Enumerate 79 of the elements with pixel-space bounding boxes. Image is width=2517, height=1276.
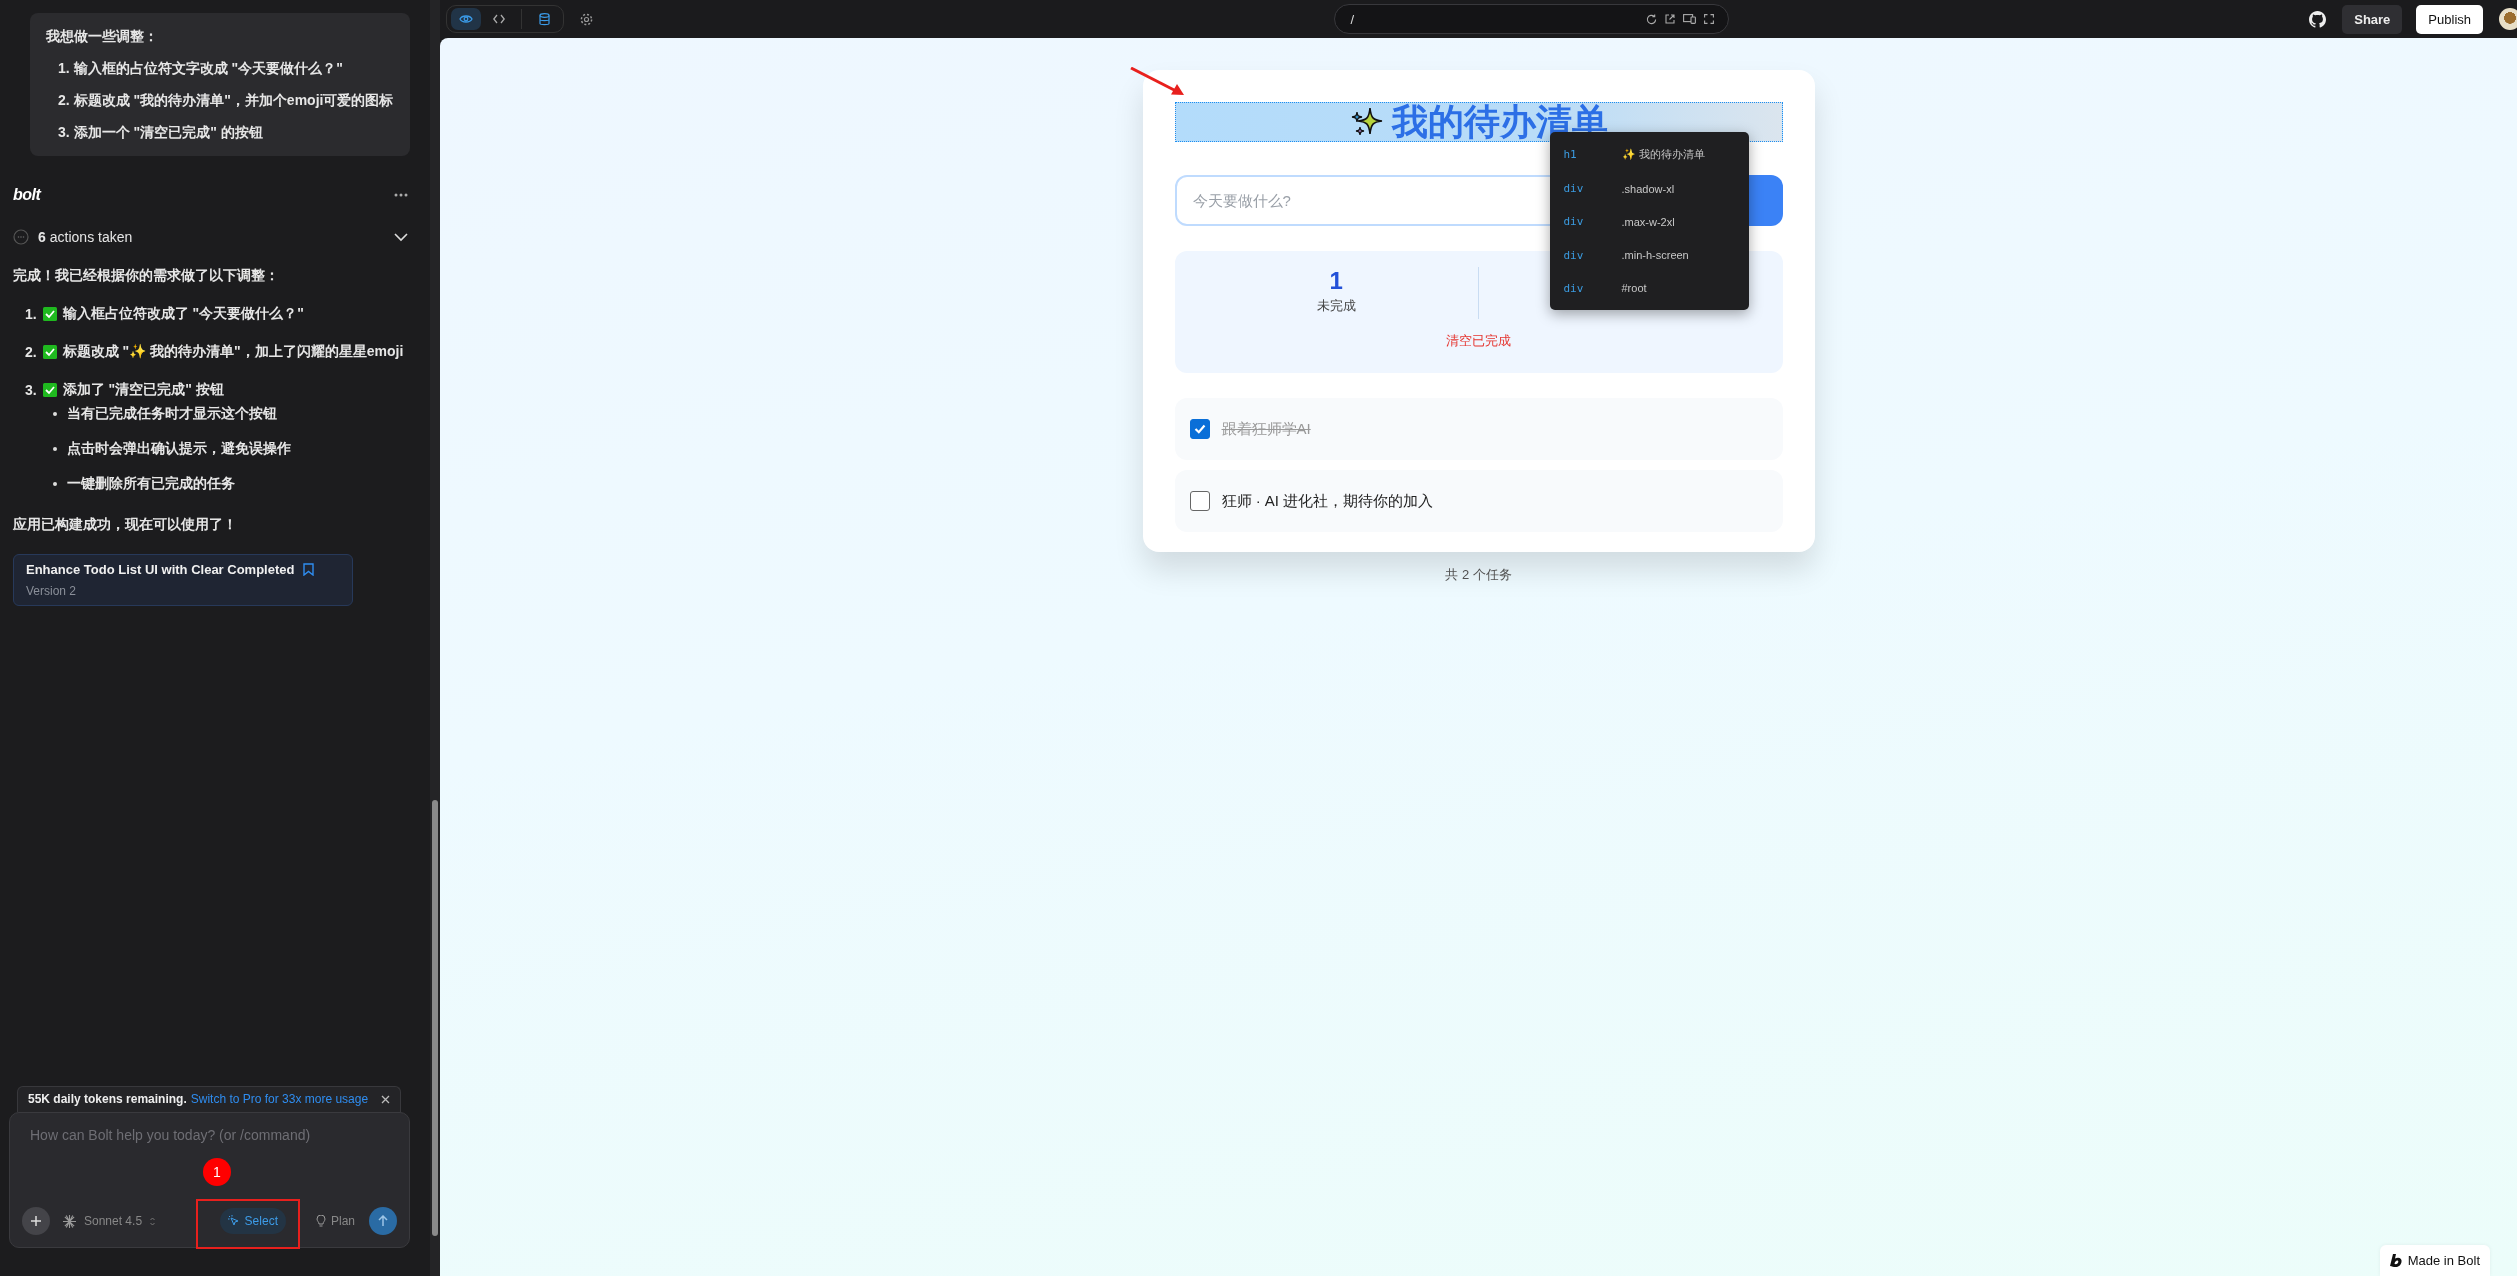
plan-button[interactable]: Plan [309,1213,361,1229]
bullet-dot [53,482,57,486]
actions-toggle[interactable]: 6 actions taken [13,229,410,245]
checkbox[interactable] [1189,419,1210,439]
stat-label: 未完成 [1316,297,1356,315]
bookmark-icon [303,563,315,576]
list-number: 2. [58,92,70,110]
starburst-icon [63,1214,76,1228]
message-text: 添加了 "清空已完成" 按钮 [62,381,224,399]
check-icon [42,383,57,397]
checkbox[interactable] [1189,491,1210,511]
message-text: 标题改成 "✨ 我的待办清单"，加上了闪耀的星星emoji [62,343,404,361]
add-button[interactable] [22,1207,50,1235]
artifact-version: Version 2 [26,584,78,598]
select-button[interactable]: Select [219,1208,286,1234]
url-field[interactable]: / [1350,11,1355,27]
list-number: 2. [25,344,37,360]
task-count: 共 2 个任务 [1445,566,1512,584]
todo-text: 狂师 · AI 进化社，期待你的加入 [1221,491,1434,511]
code-icon [493,14,505,24]
list-number: 3. [25,382,37,398]
assistant-name: bolt [13,186,41,204]
list-number: 1. [25,306,37,322]
publish-button[interactable]: Publish [2416,4,2483,34]
actions-count: 6 [38,229,46,245]
lightbulb-icon [315,1215,326,1227]
inspector-row[interactable]: div #root [1549,281,1749,295]
message-text: 标题改成 "我的待办清单"，并加个emoji可爱的图标 [73,92,394,110]
checkmark-icon [1192,422,1207,436]
sort-icon [150,1216,156,1226]
message-text: 添加一个 "清空已完成" 的按钮 [73,124,263,142]
avatar[interactable] [2499,8,2517,30]
bullet-dot [53,412,57,416]
inspector-row[interactable]: h1 ✨ 我的待办清单 [1549,147,1749,163]
plus-icon [31,1216,41,1226]
message-text: 输入框占位符改成了 "今天要做什么？" [62,305,304,323]
artifact-title: Enhance Todo List UI with Clear Completed [26,562,295,577]
bullet-dot [53,447,57,451]
message-text: 点击时会弹出确认提示，避免误操作 [67,440,291,458]
settings-icon[interactable] [580,12,593,26]
notice-text: 55K daily tokens remaining. [28,1092,187,1106]
github-icon[interactable] [2309,10,2327,28]
eye-icon [459,14,473,24]
share-button[interactable]: Share [2342,4,2403,34]
artifact-card[interactable]: Enhance Todo List UI with Clear Completed Version 2 [13,554,353,606]
actions-label: actions taken [49,229,134,245]
fullscreen-icon[interactable] [1703,14,1714,24]
list-number: 3. [58,124,70,142]
clear-completed-button[interactable]: 清空已完成 [1440,331,1517,351]
more-icon[interactable] [394,193,408,197]
message-text: 完成！我已经根据你的需求做了以下调整： [13,267,280,285]
list-number: 1. [58,60,70,78]
reload-icon[interactable] [1645,13,1657,25]
database-icon [538,12,550,26]
logo-icon [2389,1254,2402,1267]
arrow-up-icon [378,1215,388,1227]
external-link-icon[interactable] [1664,14,1675,24]
message-text: 我想做一些调整： [46,28,159,46]
message-text: 当有已完成任务时才显示这个按钮 [67,405,277,423]
upgrade-link[interactable]: Switch to Pro for 33x more usage [190,1092,377,1106]
made-in-bolt-badge[interactable]: Made in Bolt [2379,1245,2490,1276]
preview-tab[interactable] [451,8,481,30]
devices-icon[interactable] [1682,14,1696,24]
cursor-icon [227,1215,240,1227]
message-text: 一键删除所有已完成的任务 [67,475,235,493]
prompt-field[interactable]: How can Bolt help you today? (or /command) [22,1127,397,1143]
close-icon[interactable] [381,1094,390,1104]
message-text: 输入框的占位符文字改成 "今天要做什么？" [73,60,343,78]
send-button[interactable] [369,1207,397,1235]
stat-count: 1 [1329,267,1343,295]
inspector-row[interactable]: div .min-h-screen [1549,248,1749,262]
annotation-arrow [1130,67,1186,97]
scrollbar[interactable] [430,0,440,1276]
message-text: 应用已构建成功，现在可以使用了！ [13,516,238,534]
todo-text: 跟着狂师学AI [1221,419,1311,439]
check-icon [42,307,57,321]
check-icon [42,345,57,359]
model-selector[interactable]: Sonnet 4.5 [84,1214,143,1228]
ellipsis-circle-icon [13,229,29,245]
